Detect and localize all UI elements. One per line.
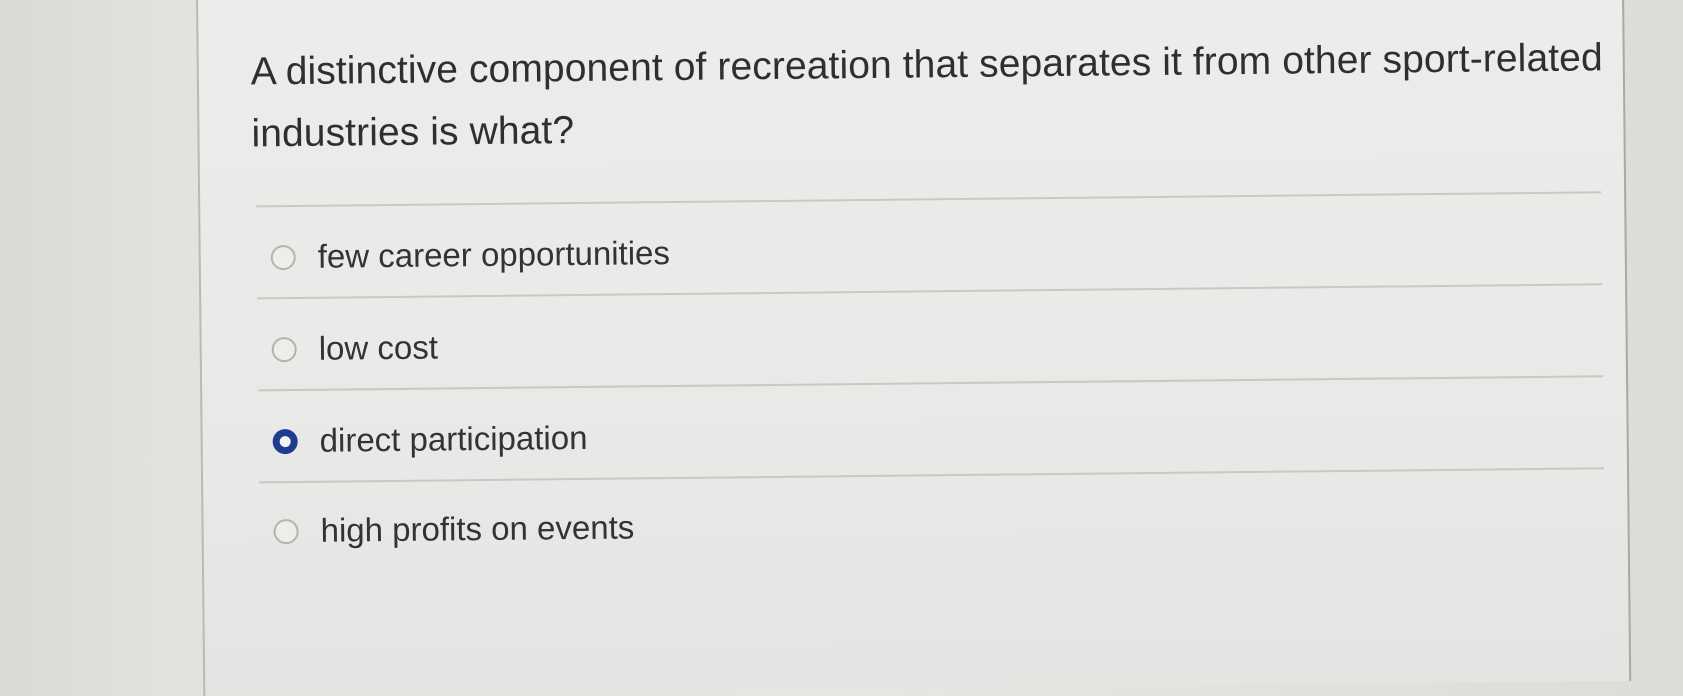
answer-option-few-career-opportunities[interactable]: few career opportunities (270, 229, 670, 281)
divider (256, 191, 1602, 208)
answer-label: high profits on events (320, 508, 635, 549)
divider (258, 375, 1604, 392)
divider (259, 467, 1605, 484)
answer-label: few career opportunities (317, 234, 671, 275)
radio-button-checked[interactable] (272, 428, 298, 454)
question-card: A distinctive component of recreation th… (196, 0, 1632, 696)
answer-label: direct participation (319, 418, 588, 459)
radio-button-unchecked[interactable] (273, 518, 299, 544)
answer-label: low cost (318, 328, 439, 367)
answer-option-high-profits-on-events[interactable]: high profits on events (273, 503, 634, 555)
question-text: A distinctive component of recreation th… (250, 36, 1603, 156)
radio-button-unchecked[interactable] (271, 336, 297, 362)
radio-button-unchecked[interactable] (270, 244, 296, 270)
answer-option-low-cost[interactable]: low cost (271, 323, 438, 373)
divider (257, 283, 1603, 300)
answer-option-direct-participation[interactable]: direct participation (272, 414, 588, 465)
